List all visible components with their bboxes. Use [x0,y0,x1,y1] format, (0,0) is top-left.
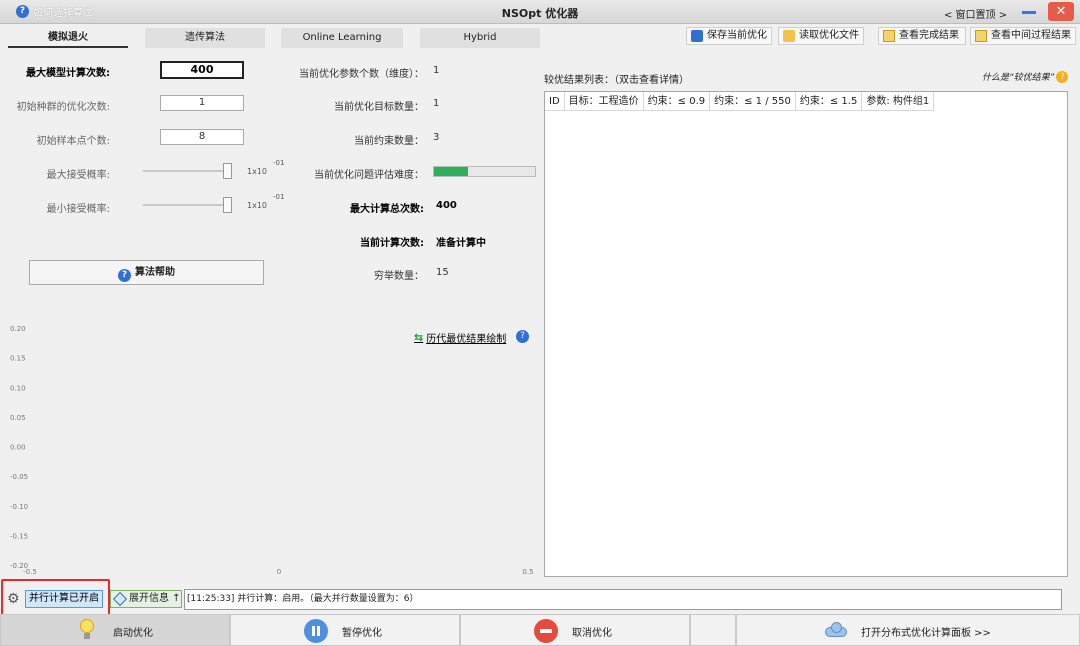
help-icon: ? [1056,70,1069,83]
enum-count-label: 穷举数量： [374,271,424,282]
difficulty-fill [434,167,469,176]
algorithm-help-label: 算法帮助 [135,267,175,278]
constraint-count-value: 3 [433,132,440,143]
tab-simulated-annealing[interactable]: 模拟退火 [8,28,128,48]
results-table[interactable]: ID 目标：工程造价 约束：≤ 0.9 约束：≤ 1 / 550 约束：≤ 1.5 参数:… [544,91,1068,577]
results-column-header[interactable]: 约束：≤ 1.5 [796,92,863,111]
what-is-better-result-link[interactable]: 什么是“较优结果” ? [982,70,1069,83]
init-samples-label: 初始样本点个数: [36,136,110,147]
results-column-header[interactable]: 参数: 构件组1 [862,92,935,111]
distributed-label: 打开分布式优化计算面板 >> [861,628,991,639]
param-count-value: 1 [433,65,440,76]
difficulty-bar [433,166,536,177]
slider-track [143,170,231,172]
x-tick-label: 0.5 [522,568,533,576]
constraint-count-label: 当前约束数量： [354,136,424,147]
view-intermediate-button[interactable]: 查看中间过程结果 [970,27,1076,45]
pause-icon [304,619,328,643]
open-distributed-panel-button[interactable]: 打开分布式优化计算面板 >> [736,614,1080,646]
max-accept-label: 最大接受概率: [46,170,110,181]
tab-hybrid[interactable]: Hybrid [420,28,540,48]
pin-window-toggle[interactable]: < 窗口置顶 > [944,6,1007,21]
diamond-icon [112,591,128,607]
expand-info-label: 展开信息 ↑ [129,593,181,604]
min-accept-slider[interactable] [143,197,233,213]
help-icon: ? [118,269,131,282]
param-count-label: 当前优化参数个数（维度）： [299,69,424,80]
load-file-button[interactable]: 读取优化文件 [778,27,864,45]
results-title: 较优结果列表：（双击查看详情） [544,75,689,86]
tab-genetic-algorithm[interactable]: 遗传算法 [145,28,265,48]
results-column-header[interactable]: 目标：工程造价 [565,92,644,111]
slider-thumb[interactable] [223,197,232,213]
slider-track [143,204,231,206]
init-pop-iter-label: 初始种群的优化次数: [16,102,110,113]
max-total-value: 400 [436,200,457,211]
minimize-button[interactable] [1016,4,1042,20]
document-icon [975,30,987,42]
x-tick-label: -0.5 [23,568,37,576]
title-bar: ? 如何选择算法 NSOpt 优化器 < 窗口置顶 > ✕ [0,0,1080,24]
init-samples-input[interactable]: 8 [160,129,244,145]
lightbulb-icon [80,619,94,641]
pause-optimization-button[interactable]: 暂停优化 [230,614,460,646]
view-completed-button[interactable]: 查看完成结果 [878,27,966,45]
history-chart: 0.20 0.15 0.10 0.05 0.00 -0.05 -0.10 -0.15 -0.20… [0,318,540,580]
highlight-box [1,579,110,618]
y-tick-label: 0.10 [10,384,26,392]
document-icon [883,30,895,42]
target-count-value: 1 [433,98,440,109]
max-accept-slider[interactable] [143,163,233,179]
close-button[interactable]: ✕ [1048,2,1074,21]
algorithm-help-button[interactable]: ? 算法帮助 [29,260,264,285]
current-count-label: 当前计算次数: [360,238,424,249]
window-title: NSOpt 优化器 [501,7,579,20]
cancel-label: 取消优化 [572,628,612,639]
results-column-header[interactable]: 约束：≤ 1 / 550 [710,92,796,111]
target-count-label: 当前优化目标数量： [334,102,424,113]
start-label: 启动优化 [113,628,153,639]
max-total-label: 最大计算总次数: [350,204,424,215]
folder-icon [783,30,795,42]
tab-online-learning[interactable]: Online Learning [281,28,403,48]
cancel-icon [534,619,558,643]
slider-thumb[interactable] [223,163,232,179]
max-model-calc-label: 最大模型计算次数: [26,68,110,79]
save-icon [691,30,703,42]
load-file-label: 读取优化文件 [799,30,859,41]
enum-count-value: 15 [436,267,449,278]
what-is-label: 什么是“较优结果” [982,73,1055,83]
y-tick-label: 0.20 [10,325,26,333]
y-tick-label: 0.15 [10,355,26,363]
log-output: [11:25:33] 并行计算：启用。（最大并行数量设置为：6） [184,589,1062,610]
current-count-value: 准备计算中 [436,238,486,249]
y-tick-label: -0.15 [10,532,28,540]
y-tick-label: 0.00 [10,444,26,452]
view-intermediate-label: 查看中间过程结果 [991,30,1071,41]
x-tick-label: 0 [277,568,281,576]
view-completed-label: 查看完成结果 [899,30,959,41]
max-model-calc-input[interactable]: 400 [160,61,244,79]
y-tick-label: -0.10 [10,503,28,511]
results-header: ID 目标：工程造价 约束：≤ 0.9 约束：≤ 1 / 550 约束：≤ 1.5 参数:… [545,92,935,111]
y-tick-label: -0.05 [10,473,28,481]
save-current-button[interactable]: 保存当前优化 [686,27,772,45]
bottom-spacer [690,614,736,646]
y-tick-label: 0.05 [10,414,26,422]
cloud-icon [823,621,849,639]
chart-svg: 0.200.150.100.050.00-0.05-0.10-0.15-0.20… [10,325,534,576]
difficulty-label: 当前优化问题评估难度： [314,170,424,181]
init-pop-iter-input[interactable]: 1 [160,95,244,111]
results-column-header[interactable]: ID [545,92,565,111]
min-accept-label: 最小接受概率: [46,204,110,215]
save-current-label: 保存当前优化 [707,30,767,41]
start-optimization-button[interactable]: 启动优化 [0,614,230,646]
expand-info-button[interactable]: 展开信息 ↑ [110,590,182,608]
pause-label: 暂停优化 [342,628,382,639]
cancel-optimization-button[interactable]: 取消优化 [460,614,690,646]
results-column-header[interactable]: 约束：≤ 0.9 [644,92,711,111]
